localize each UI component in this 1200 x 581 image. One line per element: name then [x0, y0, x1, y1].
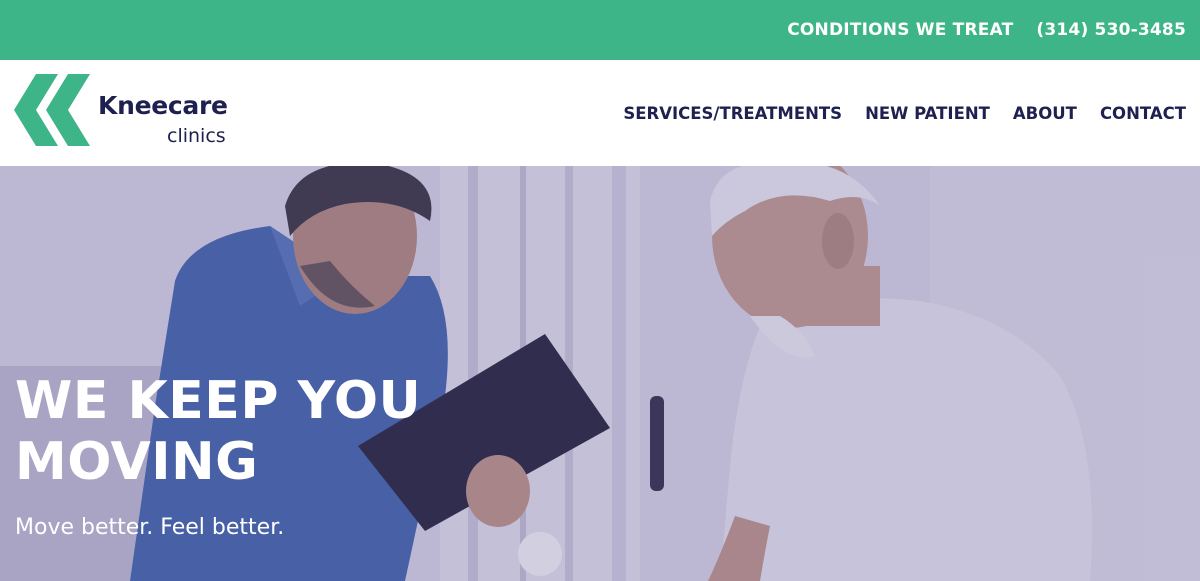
double-chevron-logo-icon	[14, 74, 90, 146]
hero-section: WE KEEP YOU MOVING Move better. Feel bet…	[0, 166, 1200, 581]
site-header: Kneecare clinics SERVICES/TREATMENTS NEW…	[0, 60, 1200, 166]
nav-new-patient[interactable]: NEW PATIENT	[865, 104, 990, 123]
main-nav: SERVICES/TREATMENTS NEW PATIENT ABOUT CO…	[600, 60, 1186, 166]
nav-about[interactable]: ABOUT	[1013, 104, 1077, 123]
site-logo[interactable]: Kneecare clinics	[14, 74, 234, 147]
logo-name: Kneecare	[98, 91, 228, 120]
nav-contact[interactable]: CONTACT	[1100, 104, 1186, 123]
hero-subtitle: Move better. Feel better.	[15, 515, 285, 540]
hero-title-line-1: WE KEEP YOU	[15, 371, 422, 431]
nav-services-treatments[interactable]: SERVICES/TREATMENTS	[623, 104, 842, 123]
hero-title: WE KEEP YOU MOVING	[15, 371, 575, 493]
logo-subtitle: clinics	[167, 125, 226, 147]
phone-link[interactable]: (314) 530-3485	[1036, 20, 1186, 40]
conditions-we-treat-link[interactable]: CONDITIONS WE TREAT	[787, 20, 1013, 40]
top-bar: CONDITIONS WE TREAT (314) 530-3485	[0, 0, 1200, 60]
hero-title-line-2: MOVING	[15, 432, 259, 492]
